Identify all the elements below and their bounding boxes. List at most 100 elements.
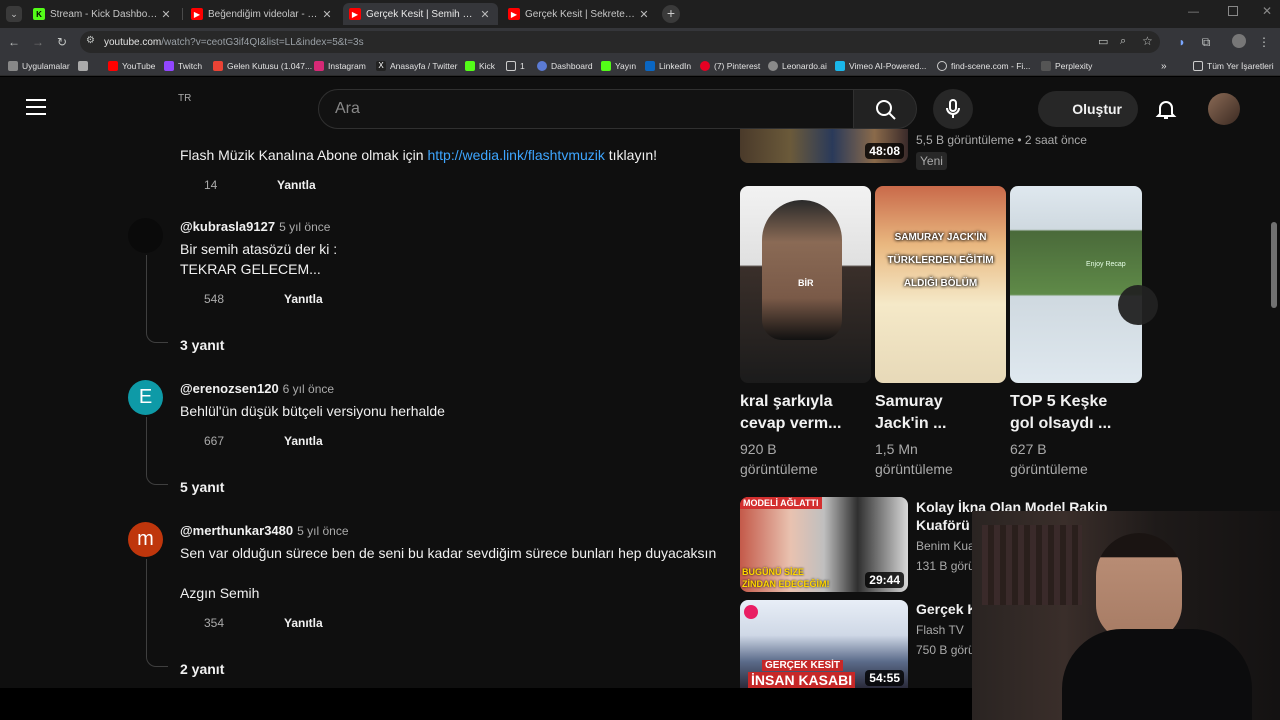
short-thumbnail[interactable]: SAMURAY JACK'İN TÜRKLERDEN EĞİTİM ALDIĞI… — [875, 186, 1006, 383]
view-replies-button[interactable]: 3 yanıt — [180, 337, 224, 353]
bookmark-dashboard[interactable]: Dashboard — [537, 59, 593, 73]
avatar[interactable]: m — [128, 522, 163, 557]
short-thumbnail[interactable]: Enjoy Recap — [1010, 186, 1142, 383]
bookmark-star-icon[interactable]: ☆ — [1142, 34, 1153, 48]
tab-liked-videos[interactable]: ▶ Beğendiğim videolar - YouTube ✕ — [185, 3, 340, 25]
cast-icon[interactable]: ▭ — [1098, 35, 1108, 48]
bookmark-linkedin[interactable]: LinkedIn — [645, 59, 691, 73]
youtube-icon: ▶ — [349, 8, 361, 20]
reply-button[interactable]: Yanıtla — [284, 616, 323, 630]
short-views: 920 Bgörüntüleme — [740, 441, 818, 477]
bookmark-twitter[interactable]: X Anasayfa / Twitter — [376, 59, 457, 73]
view-replies-button[interactable]: 2 yanıt — [180, 661, 224, 677]
reload-icon[interactable]: ↻ — [54, 34, 70, 50]
thumbnail-overlay-text: MODELİ AĞLATTI — [740, 497, 822, 509]
video-channel[interactable]: Flash TV — [916, 623, 964, 637]
bookmark-apps[interactable]: Uygulamalar — [8, 59, 70, 73]
youtube-masthead: TR Ara Oluştur — [0, 77, 1280, 137]
bookmark-leonardo[interactable]: Leonardo.ai — [768, 59, 827, 73]
tab-gercek-kesit-semih[interactable]: ▶ Gerçek Kesit | Semih Ve Yenge... ✕ — [343, 3, 498, 25]
close-tab-icon[interactable]: ✕ — [478, 8, 492, 21]
close-tab-icon[interactable]: ✕ — [637, 8, 651, 21]
bookmark-instagram[interactable]: Instagram — [314, 59, 366, 73]
kick-icon — [465, 61, 475, 71]
video-thumbnail[interactable]: GERÇEK KESİT İNSAN KASABI 54:55 — [740, 600, 908, 688]
hamburger-menu-icon[interactable] — [26, 99, 46, 115]
profile-avatar-icon[interactable] — [1232, 34, 1246, 48]
search-button[interactable] — [853, 89, 917, 129]
page-scrollbar-thumb[interactable] — [1271, 222, 1277, 308]
avatar[interactable] — [128, 218, 163, 253]
video-thumbnail[interactable]: 48:08 — [740, 129, 908, 163]
comment-time[interactable]: 6 yıl önce — [283, 382, 334, 396]
maximize-icon[interactable] — [1228, 6, 1238, 16]
comment-author[interactable]: @merthunkar3480 — [180, 523, 293, 538]
new-tab-plus-icon[interactable]: + — [662, 5, 680, 23]
comment-time[interactable]: 5 yıl önce — [279, 220, 330, 234]
bookmark-gmail[interactable]: Gelen Kutusu (1.047... — [213, 59, 312, 73]
search-input[interactable]: Ara — [318, 89, 854, 129]
bookmark-find-scene[interactable]: find-scene.com - Fi... — [937, 59, 1030, 73]
reply-button[interactable]: Yanıtla — [277, 178, 316, 192]
notifications-bell-icon[interactable] — [1154, 97, 1178, 121]
extension-icon[interactable]: ◗ — [1174, 34, 1190, 50]
bookmark-vimeo[interactable]: Vimeo AI-Powered... — [835, 59, 926, 73]
address-bar[interactable]: ⚙ youtube.com/watch?v=ceotG3if4QI&list=L… — [80, 31, 1160, 53]
bookmarks-overflow-chevron-icon[interactable]: » — [1161, 59, 1167, 73]
voice-search-button[interactable] — [933, 89, 973, 129]
comment-text-line: Bir semih atasözü der ki : — [180, 241, 338, 257]
video-title[interactable]: Gerçek K — [916, 601, 977, 617]
kick-icon: K — [33, 8, 45, 20]
account-avatar[interactable] — [1208, 93, 1240, 125]
comment-text-line: Sen var olduğun sürece ben de seni bu ka… — [180, 545, 717, 561]
video-channel[interactable]: Benim Kua — [916, 539, 975, 553]
view-replies-button[interactable]: 5 yanıt — [180, 479, 224, 495]
chrome-menu-icon[interactable]: ⋮ — [1256, 34, 1272, 50]
short-title[interactable]: TOP 5 Keşke gol olsaydı ... — [1010, 391, 1111, 435]
bookmark-yayin[interactable]: Yayın — [601, 59, 636, 73]
site-settings-icon[interactable]: ⚙ — [86, 35, 95, 46]
comment-text: Flash Müzik Kanalına Abone olmak için ht… — [180, 147, 658, 163]
create-button[interactable]: Oluştur — [1038, 91, 1138, 127]
forward-arrow-icon[interactable]: → — [30, 34, 46, 50]
extensions-puzzle-icon[interactable]: ⧉ — [1198, 34, 1214, 50]
minimize-icon[interactable]: — — [1188, 6, 1199, 18]
webcam-overlay — [972, 511, 1280, 720]
back-arrow-icon[interactable]: ← — [6, 34, 22, 50]
tab-kick-dashboard[interactable]: K Stream - Kick Dashboard ✕ — [27, 3, 179, 25]
tab-gercek-kesit-sekreter[interactable]: ▶ Gerçek Kesit | Sekreter - YouTub ✕ — [502, 3, 657, 25]
short-thumbnail[interactable]: BİR — [740, 186, 871, 383]
comment-author[interactable]: @kubrasla9127 — [180, 219, 275, 234]
video-thumbnail[interactable]: MODELİ AĞLATTI BUGÜNÜ SİZE ZİNDAN EDECEĞ… — [740, 497, 908, 592]
comment-time[interactable]: 5 yıl önce — [297, 524, 348, 538]
all-bookmarks[interactable]: Tüm Yer İşaretleri — [1193, 59, 1274, 73]
bookmark-pinterest[interactable]: (7) Pinterest — [700, 59, 760, 73]
bookmark-grid[interactable] — [78, 59, 92, 73]
grid-icon — [78, 61, 88, 71]
bookmark-folder-1[interactable]: 1 — [506, 59, 525, 73]
comment-author-row: @merthunkar3480 5 yıl önce — [180, 523, 349, 538]
short-views: 1,5 Mn görüntüleme — [875, 441, 953, 477]
bookmark-twitch[interactable]: Twitch — [164, 59, 202, 73]
reply-button[interactable]: Yanıtla — [284, 292, 323, 306]
comment-author[interactable]: @erenozsen120 — [180, 381, 279, 396]
close-tab-icon[interactable]: ✕ — [159, 8, 173, 21]
tab-search-chevron-icon[interactable]: ⌄ — [6, 6, 22, 22]
bookmark-perplexity[interactable]: Perplexity — [1041, 59, 1092, 73]
comment-link[interactable]: http://wedia.link/flashtvmuzik — [427, 147, 604, 163]
thumbnail-overlay-text: BUGÜNÜ SİZE — [742, 567, 805, 577]
avatar[interactable]: E — [128, 380, 163, 415]
close-tab-icon[interactable]: ✕ — [320, 8, 334, 21]
short-overlay-text: BİR — [798, 278, 814, 288]
short-title[interactable]: Samuray Jack'in ... — [875, 391, 946, 435]
bookmark-kick[interactable]: Kick — [465, 59, 495, 73]
comment-text-line: Behlül'ün düşük bütçeli versiyonu herhal… — [180, 403, 445, 419]
reply-button[interactable]: Yanıtla — [284, 434, 323, 448]
close-window-icon[interactable]: ✕ — [1262, 4, 1272, 18]
bookmark-youtube[interactable]: YouTube — [108, 59, 155, 73]
url-path: /watch?v=ceotG3if4QI&list=LL&index=5&t=3… — [161, 36, 364, 48]
zoom-icon[interactable]: ⌕ — [1120, 35, 1126, 48]
streamer-shirt — [1062, 629, 1252, 720]
short-title[interactable]: kral şarkıyla cevap verm... — [740, 391, 841, 435]
next-arrow-button[interactable] — [1118, 285, 1158, 325]
